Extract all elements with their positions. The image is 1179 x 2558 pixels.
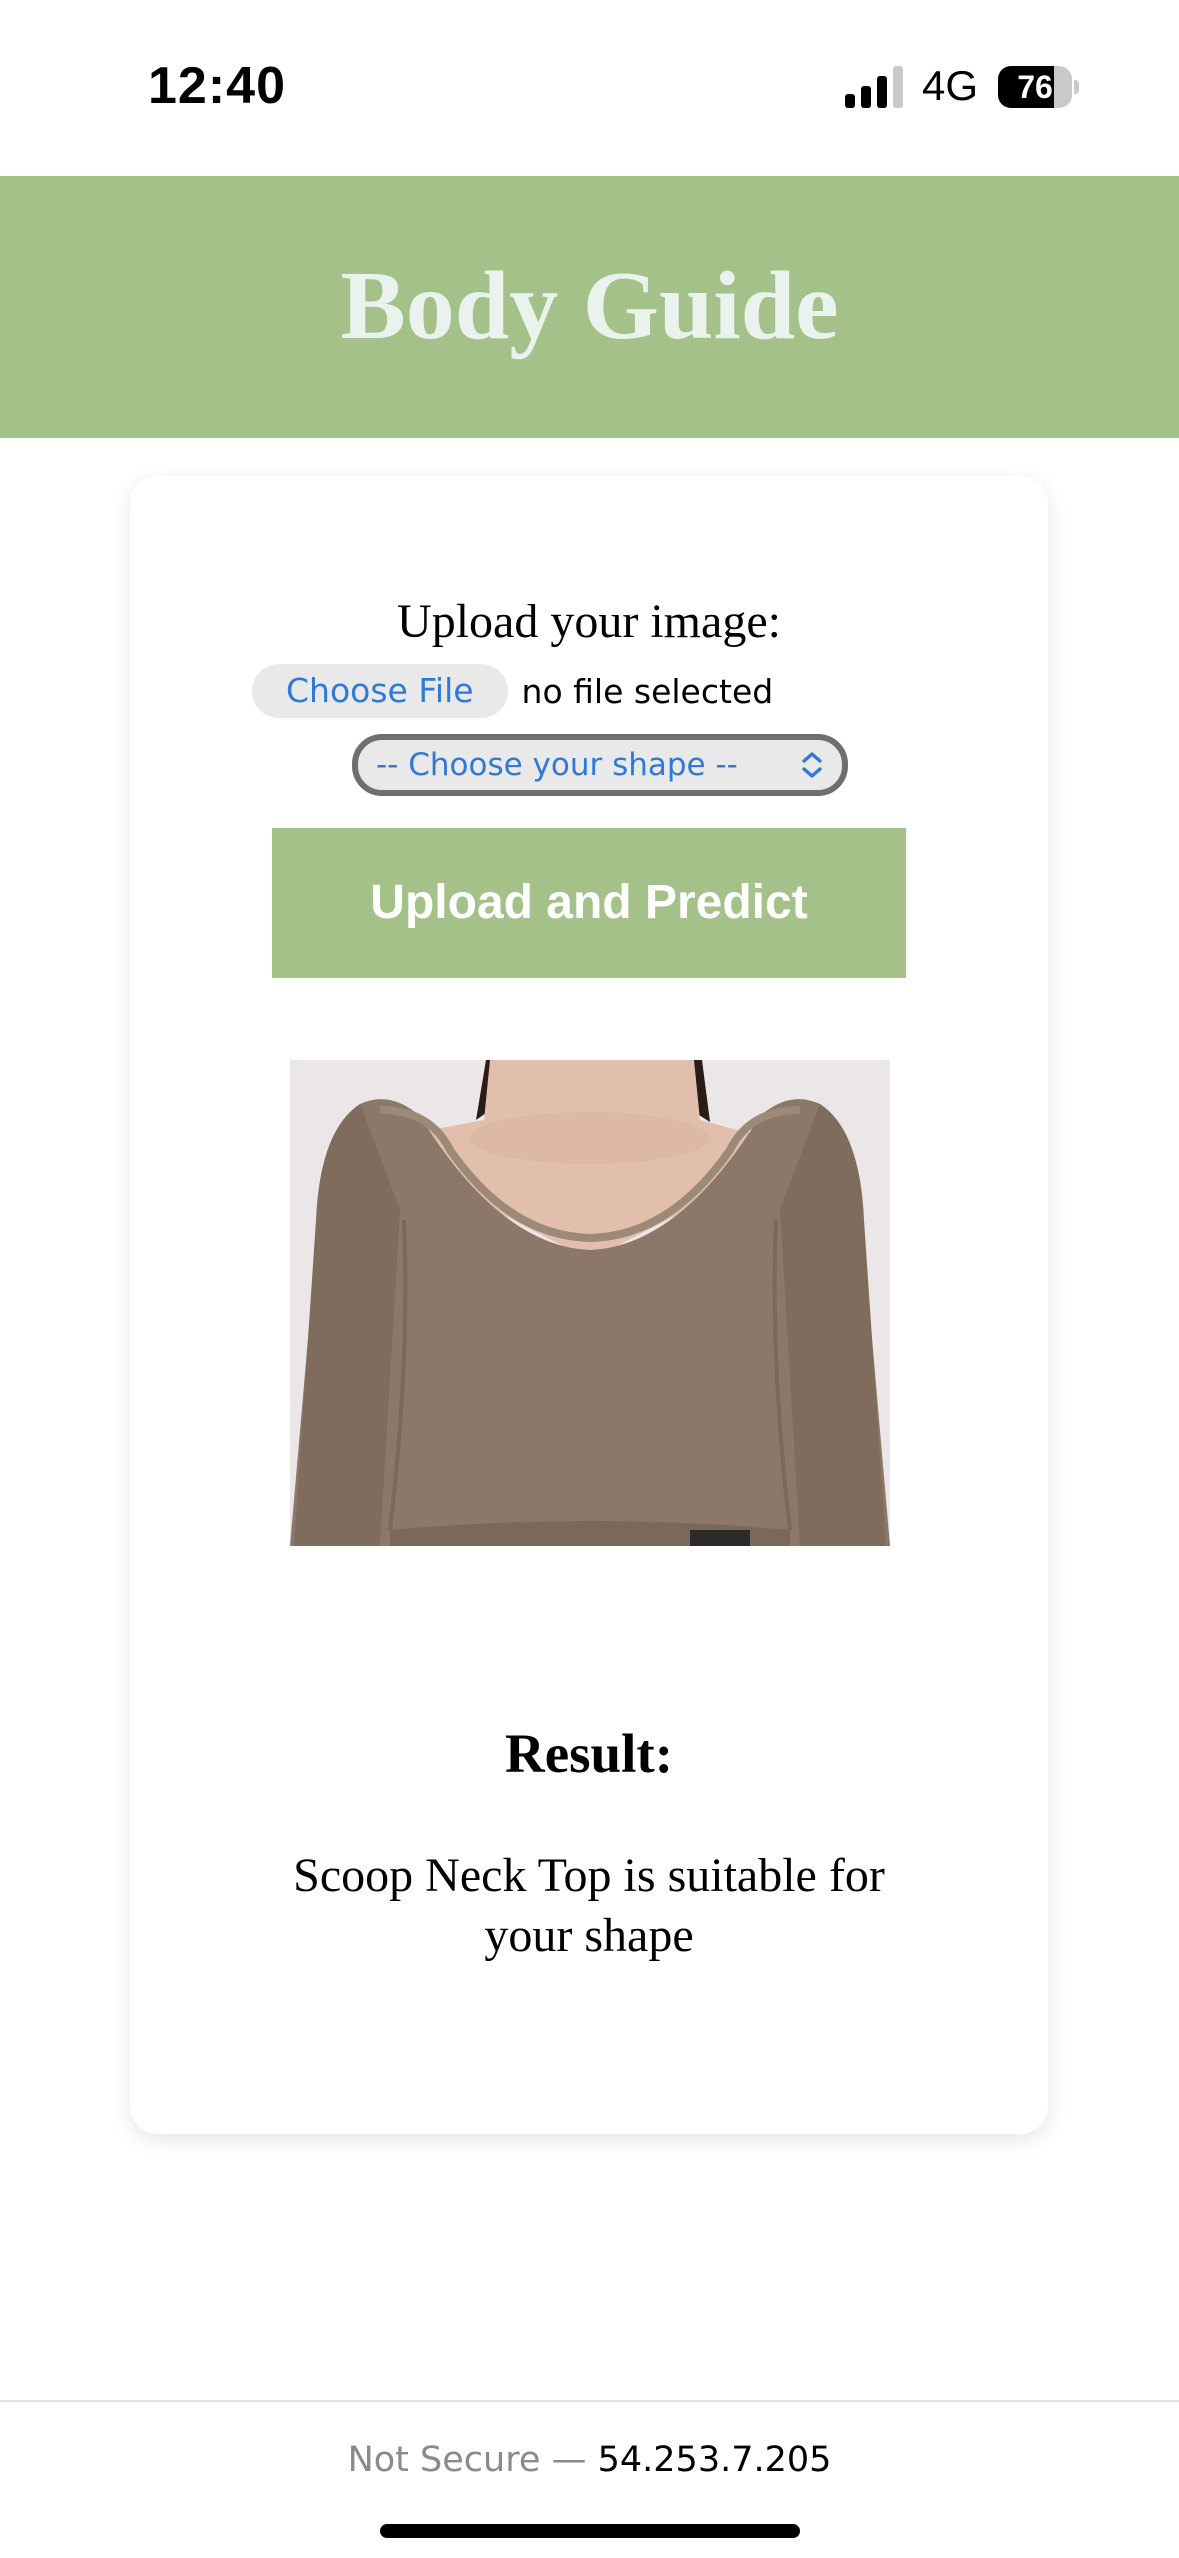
preview-image (290, 1060, 890, 1546)
battery-body: 76 (998, 66, 1072, 108)
upload-label: Upload your image: (397, 595, 781, 648)
home-indicator[interactable] (380, 2524, 800, 2538)
battery-tip (1074, 80, 1079, 94)
file-input[interactable]: Choose File no file selected (252, 664, 773, 718)
choose-file-button[interactable]: Choose File (252, 664, 508, 718)
security-label: Not Secure (347, 2440, 541, 2480)
battery-level-text: 76 (1017, 69, 1053, 105)
browser-address-bar[interactable]: Not Secure — 54.253.7.205 (0, 2400, 1179, 2558)
status-bar: 12:40 4G 76 (0, 0, 1179, 176)
battery-icon: 76 (998, 66, 1079, 108)
app-title: Body Guide (340, 252, 839, 360)
shape-select[interactable]: -- Choose your shape -- (352, 734, 848, 796)
address-row[interactable]: Not Secure — 54.253.7.205 (0, 2440, 1179, 2480)
shape-select-value: -- Choose your shape -- (376, 747, 738, 783)
address-host: 54.253.7.205 (597, 2440, 832, 2480)
upload-card: Upload your image: Choose File no file s… (130, 476, 1048, 2134)
chevron-up-down-icon (802, 752, 822, 778)
result-heading: Result: (504, 1723, 674, 1784)
network-type-label: 4G (922, 62, 979, 109)
upload-and-predict-button[interactable]: Upload and Predict (272, 828, 906, 978)
scoop-neck-top-photo-icon (290, 1060, 890, 1546)
result-text: Scoop Neck Top is suitable for your shap… (293, 1849, 885, 1962)
status-time: 12:40 (148, 57, 286, 115)
app-header: Body Guide (0, 176, 1179, 438)
cellular-signal-icon (845, 66, 903, 108)
address-separator: — (540, 2440, 598, 2480)
file-status-text: no file selected (521, 671, 774, 711)
